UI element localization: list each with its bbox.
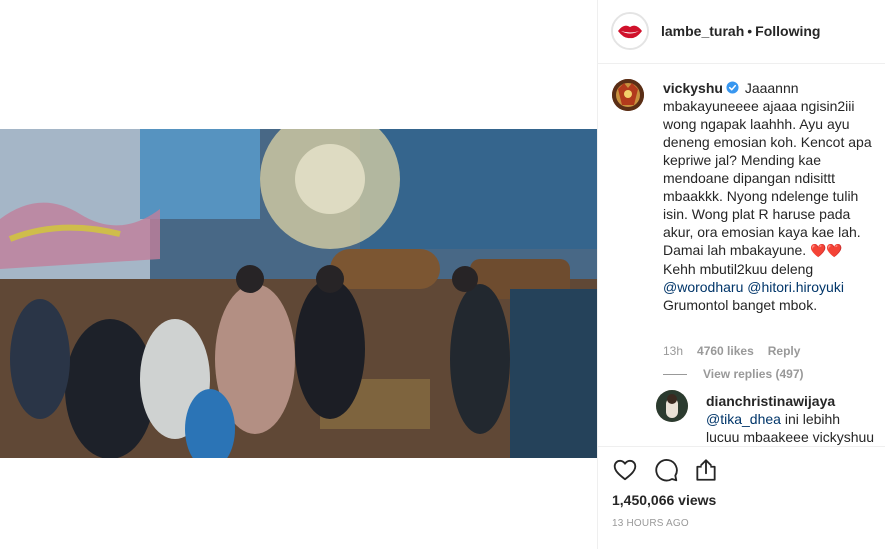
comment-username[interactable]: vickyshu — [663, 80, 723, 96]
comment-button[interactable] — [653, 457, 679, 483]
header-text: lambe_turah • Following — [661, 23, 820, 39]
comment-body: vickyshu Jaaannn mbakayuneeee ajaaa ngis… — [663, 79, 881, 314]
reply-mention-link[interactable]: @tika_dhea — [706, 411, 781, 427]
mention-link[interactable]: @hitori.hiroyuki — [747, 279, 844, 295]
reply-avatar-image — [656, 390, 688, 422]
like-button[interactable] — [612, 457, 638, 483]
post-timestamp[interactable]: 13 HOURS AGO — [612, 518, 689, 529]
comment-likes[interactable]: 4760 likes — [697, 344, 754, 358]
side-pane: lambe_turah • Following vickyshu Jaaannn m… — [597, 0, 885, 549]
post-video[interactable] — [0, 129, 597, 458]
commenter-avatar[interactable] — [612, 79, 644, 111]
follow-status-button[interactable]: Following — [755, 23, 820, 39]
comment-text-2: Kehh mbutil2kuu deleng — [663, 261, 814, 277]
views-count[interactable]: 1,450,066 views — [612, 492, 716, 508]
heart-emoji: ❤️❤️ — [810, 243, 843, 258]
comment-icon — [655, 459, 678, 482]
comment-time[interactable]: 13h — [663, 344, 683, 358]
video-frame-image — [0, 129, 597, 458]
header-separator: • — [747, 23, 753, 39]
comments-section: vickyshu Jaaannn mbakayuneeee ajaaa ngis… — [598, 65, 885, 445]
mention-link[interactable]: @worodharu — [663, 279, 743, 295]
reply-username[interactable]: dianchristinawijaya — [706, 393, 835, 409]
comment-meta: 13h 4760 likes Reply — [663, 344, 814, 358]
view-replies-button[interactable]: View replies (497) — [663, 367, 804, 381]
account-avatar[interactable] — [611, 12, 649, 50]
actions-section: 1,450,066 views 13 HOURS AGO — [598, 446, 885, 549]
verified-badge-icon — [726, 81, 739, 94]
post-header: lambe_turah • Following — [598, 0, 885, 64]
comment-text: Jaaannn mbakayuneeee ajaaa ngisin2iii wo… — [663, 80, 872, 258]
heart-icon — [613, 459, 637, 481]
share-button[interactable] — [693, 457, 719, 483]
commenter-avatar-image — [612, 79, 644, 111]
reply-button[interactable]: Reply — [768, 344, 801, 358]
reply-avatar[interactable] — [656, 390, 688, 422]
media-pane — [0, 0, 597, 549]
reply-body: dianchristinawijaya @tika_dhea ini lebih… — [706, 392, 876, 445]
header-username[interactable]: lambe_turah — [661, 23, 744, 39]
share-icon — [696, 459, 716, 481]
replies-divider — [663, 374, 687, 376]
lips-logo-icon — [613, 14, 647, 48]
view-replies-label: View replies (497) — [703, 367, 804, 381]
comment-text-3: Grumontol banget mbok. — [663, 297, 818, 313]
